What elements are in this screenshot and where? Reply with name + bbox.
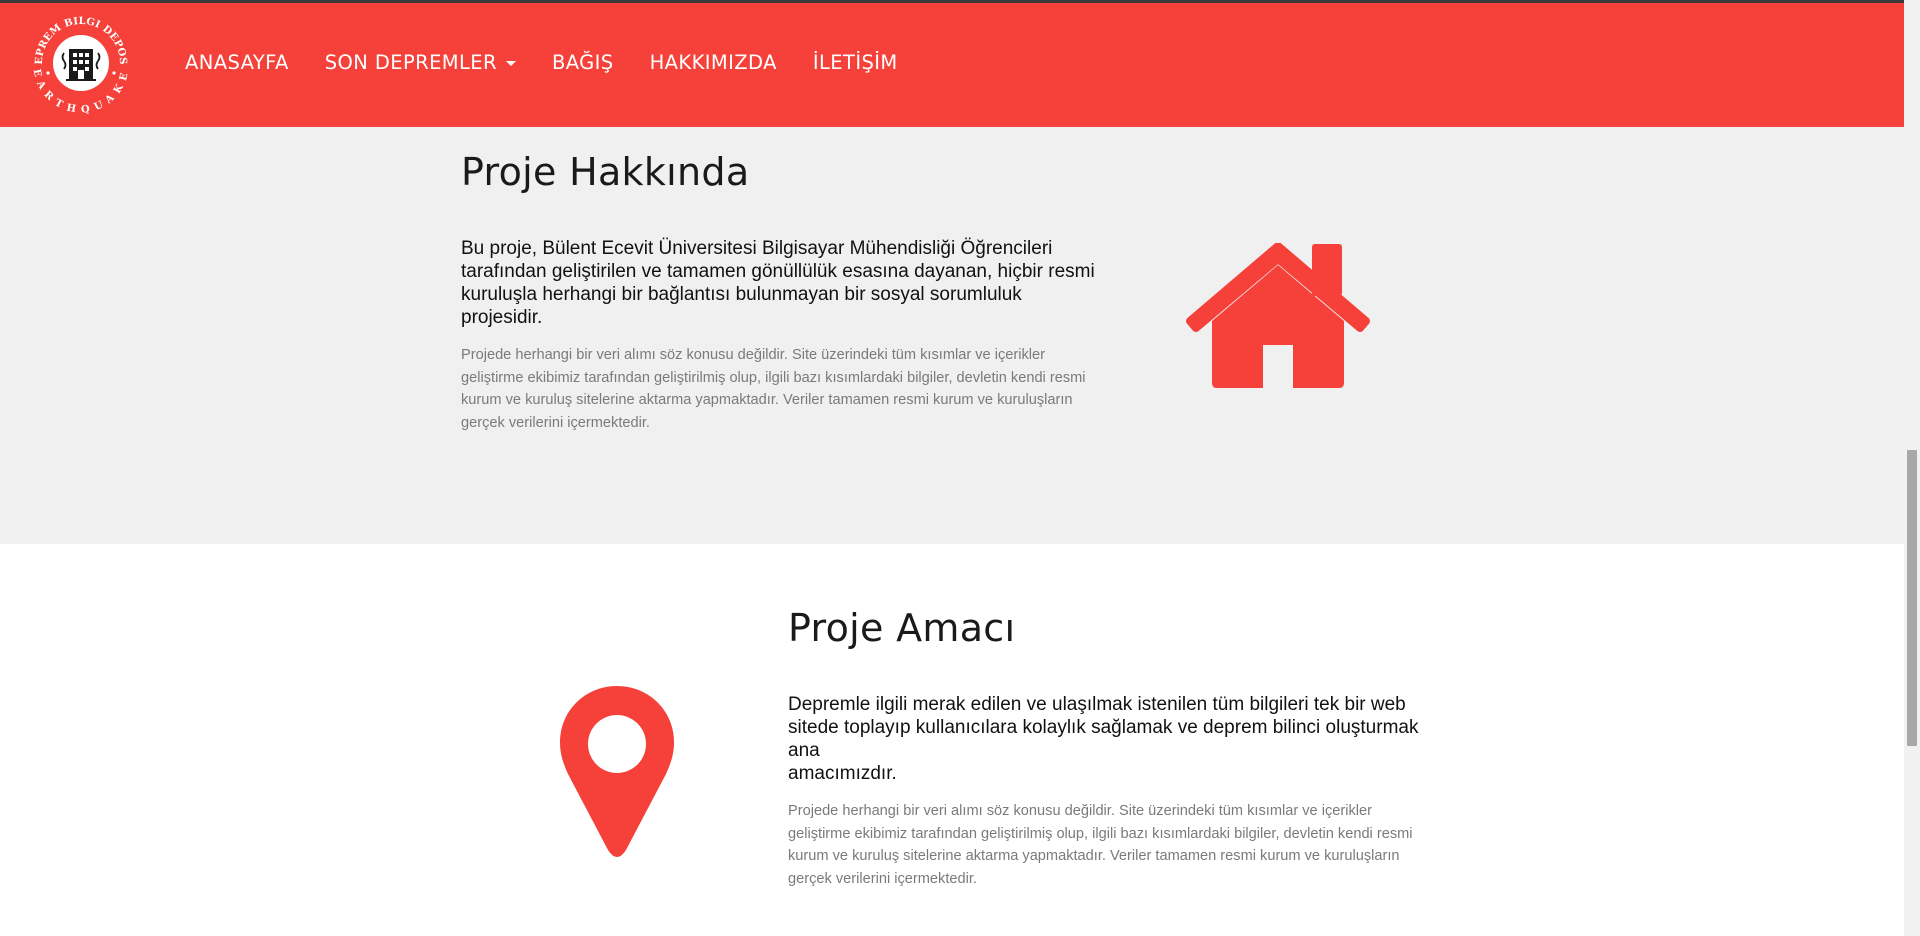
about-body-line: Projede herhangi bir veri alımı söz konu… [461,347,1045,363]
nav-bagis[interactable]: BAĞIŞ [552,51,614,74]
map-pin-icon [560,686,674,857]
purpose-body-line: kurum ve kuruluş sitelerine aktarma yapm… [788,848,1400,864]
purpose-lead-line: amacımızdır. [788,763,897,784]
page-scrollbar[interactable] [1904,0,1920,936]
about-lead-line: kuruluşla herhangi bir bağlantısı bulunm… [461,284,1022,328]
main-nav: ANASAYFA SON DEPREMLER BAĞIŞ HAKKIMIZDA … [185,3,934,121]
purpose-body-line: gerçek verilerini içermektedir. [788,870,977,887]
purpose-lead-line: Depremle ilgili merak edilen ve ulaşılma… [788,694,1406,715]
purpose-lead: Depremle ilgili merak edilen ve ulaşılma… [788,693,1438,785]
purpose-lead-line: sitede toplayıp kullanıcılara kolaylık s… [788,717,1419,761]
purpose-body: Projede herhangi bir veri alımı söz konu… [788,800,1438,890]
site-logo[interactable]: DEPREM BILGI DEPOSU EARTHQUAKE [24,0,134,123]
about-lead-line: tarafından geliştirilen ve tamamen gönül… [461,261,1095,282]
purpose-title: Proje Amacı [788,606,1016,650]
nav-anasayfa[interactable]: ANASAYFA [185,51,289,74]
scrollbar-thumb[interactable] [1907,450,1917,746]
logo-emblem: DEPREM BILGI DEPOSU EARTHQUAKE [24,0,131,116]
caret-down-icon [505,60,516,66]
about-section [0,127,1904,544]
about-body-line: kurum ve kuruluş sitelerine aktarma yapm… [461,392,1073,408]
home-icon [1186,243,1370,388]
purpose-body-line: geliştirme ekibimiz tarafından geliştiri… [788,825,1413,842]
navbar: DEPREM BILGI DEPOSU EARTHQUAKE [0,0,1904,127]
about-title: Proje Hakkında [461,150,750,194]
about-body-line: gerçek verilerini içermektedir. [461,414,650,431]
about-body-line: geliştirme ekibimiz tarafından geliştiri… [461,369,1086,386]
nav-son-depremler-label: SON DEPREMLER [324,50,497,74]
about-body: Projede herhangi bir veri alımı söz konu… [461,344,1111,434]
nav-son-depremler[interactable]: SON DEPREMLER [325,51,516,74]
nav-iletisim[interactable]: İLETİŞİM [813,51,898,74]
purpose-body-line: Projede herhangi bir veri alımı söz konu… [788,803,1372,819]
about-lead: Bu proje, Bülent Ecevit Üniversitesi Bil… [461,237,1101,329]
nav-hakkimizda[interactable]: HAKKIMIZDA [650,51,777,74]
about-lead-line: Bu proje, Bülent Ecevit Üniversitesi Bil… [461,238,1053,259]
